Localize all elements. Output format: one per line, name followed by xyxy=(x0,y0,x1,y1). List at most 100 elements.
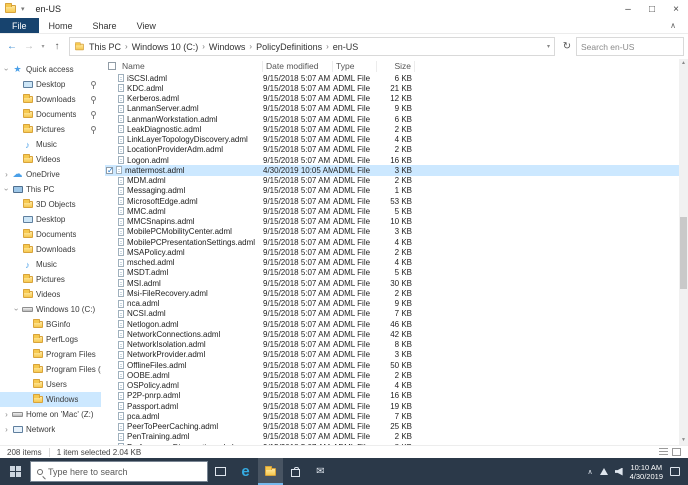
sidebar-item-pictures[interactable]: Pictures xyxy=(0,272,101,287)
up-button[interactable]: ↑ xyxy=(49,41,65,52)
sidebar-item-3d-objects[interactable]: 3D Objects xyxy=(0,197,101,212)
quick-access-toolbar-chevron-icon[interactable]: ▾ xyxy=(21,5,25,13)
file-row[interactable]: nca.adml 9/15/2018 5:07 AM ADML File 9 KB xyxy=(105,299,679,309)
file-row[interactable]: Kerberos.adml 9/15/2018 5:07 AM ADML File 1… xyxy=(105,94,679,104)
file-row[interactable]: NetworkProvider.adml 9/15/2018 5:07 AM ADM… xyxy=(105,350,679,360)
file-row[interactable]: LocationProviderAdm.adml 9/15/2018 5:07 A… xyxy=(105,145,679,155)
network-icon[interactable] xyxy=(599,468,608,475)
breadcrumb-item-windows[interactable]: Windows xyxy=(207,42,248,52)
file-row[interactable]: OOBE.adml 9/15/2018 5:07 AM ADML File 2 KB xyxy=(105,370,679,380)
volume-icon[interactable] xyxy=(614,467,623,476)
forward-button[interactable]: → xyxy=(21,41,37,52)
details-view-button[interactable] xyxy=(659,448,668,456)
sidebar-item-videos[interactable]: Videos xyxy=(0,287,101,302)
refresh-button[interactable]: ↻ xyxy=(559,41,575,52)
chevron-collapsed-icon[interactable]: › xyxy=(2,170,11,179)
breadcrumb-item-policydefinitions[interactable]: PolicyDefinitions xyxy=(254,42,324,52)
chevron-collapsed-icon[interactable]: › xyxy=(2,425,11,434)
file-row[interactable]: PeerToPeerCaching.adml 9/15/2018 5:07 AM A… xyxy=(105,422,679,432)
sidebar-item-music[interactable]: ♪ Music xyxy=(0,137,101,152)
sidebar-item-documents[interactable]: Documents xyxy=(0,227,101,242)
sidebar-item-pictures[interactable]: Pictures xyxy=(0,122,101,137)
sidebar-item-windows[interactable]: Windows xyxy=(0,392,101,407)
file-row[interactable]: Passport.adml 9/15/2018 5:07 AM ADML File 1… xyxy=(105,401,679,411)
vertical-scrollbar[interactable]: ▲ ▼ xyxy=(679,59,688,445)
file-row[interactable]: MobilePCMobilityCenter.adml 9/15/2018 5:0… xyxy=(105,227,679,237)
sidebar-item-desktop[interactable]: Desktop xyxy=(0,77,101,92)
file-row[interactable]: LinkLayerTopologyDiscovery.adml 9/15/2018… xyxy=(105,135,679,145)
file-row[interactable]: LanmanWorkstation.adml 9/15/2018 5:07 AM A… xyxy=(105,114,679,124)
sidebar-item-home-on-mac-z[interactable]: › Home on 'Mac' (Z:) xyxy=(0,407,101,422)
sidebar-item-downloads[interactable]: Downloads xyxy=(0,242,101,257)
chevron-expanded-icon[interactable]: › xyxy=(12,305,21,314)
sidebar-item-documents[interactable]: Documents xyxy=(0,107,101,122)
breadcrumb-item-this-pc[interactable]: This PC xyxy=(87,42,123,52)
tab-share[interactable]: Share xyxy=(83,18,127,33)
file-row[interactable]: LeakDiagnostic.adml 9/15/2018 5:07 AM ADML… xyxy=(105,124,679,134)
file-row[interactable]: pca.adml 9/15/2018 5:07 AM ADML File 7 KB xyxy=(105,411,679,421)
back-button[interactable]: ← xyxy=(4,41,20,52)
file-row[interactable]: Messaging.adml 9/15/2018 5:07 AM ADML File… xyxy=(105,186,679,196)
tab-file[interactable]: File xyxy=(0,18,39,33)
file-row[interactable]: PerformanceDiagnostics.adml 9/15/2018 5:0… xyxy=(105,442,679,445)
sidebar-item-network[interactable]: › Network xyxy=(0,422,101,437)
address-dropdown-icon[interactable]: ▾ xyxy=(547,43,550,50)
chevron-expanded-icon[interactable]: › xyxy=(2,185,11,194)
sidebar-item-bginfo[interactable]: BGinfo xyxy=(0,317,101,332)
file-row[interactable]: Netlogon.adml 9/15/2018 5:07 AM ADML File 4… xyxy=(105,319,679,329)
scroll-up-icon[interactable]: ▲ xyxy=(679,59,688,68)
file-row[interactable]: MMC.adml 9/15/2018 5:07 AM ADML File 5 KB xyxy=(105,206,679,216)
file-row[interactable]: mattermost.adml 4/30/2019 10:05 AMADML Fi… xyxy=(105,165,679,176)
action-center-button[interactable] xyxy=(670,467,680,476)
file-row[interactable]: MSAPolicy.adml 9/15/2018 5:07 AM ADML File… xyxy=(105,247,679,257)
file-row[interactable]: MDM.adml 9/15/2018 5:07 AM ADML File 2 KB xyxy=(105,176,679,186)
thumbnails-view-button[interactable] xyxy=(672,448,681,456)
file-row[interactable]: MMCSnapins.adml 9/15/2018 5:07 AM ADML Fil… xyxy=(105,217,679,227)
maximize-button[interactable]: □ xyxy=(640,0,664,18)
file-row[interactable]: MSDT.adml 9/15/2018 5:07 AM ADML File 5 KB xyxy=(105,268,679,278)
chevron-expanded-icon[interactable]: › xyxy=(2,65,11,74)
file-row[interactable]: NCSI.adml 9/15/2018 5:07 AM ADML File 7 KB xyxy=(105,309,679,319)
breadcrumb-item-en-us[interactable]: en-US xyxy=(331,42,361,52)
breadcrumb-item-windows-10-c[interactable]: Windows 10 (C:) xyxy=(130,42,201,52)
mail-button[interactable]: ✉ xyxy=(308,458,333,485)
minimize-button[interactable]: – xyxy=(616,0,640,18)
column-header-name[interactable]: Name xyxy=(105,60,263,72)
file-row[interactable]: OfflineFiles.adml 9/15/2018 5:07 AM ADML F… xyxy=(105,360,679,370)
scroll-down-icon[interactable]: ▼ xyxy=(679,436,688,445)
sidebar-item-music[interactable]: ♪ Music xyxy=(0,257,101,272)
file-row[interactable]: Msi-FileRecovery.adml 9/15/2018 5:07 AM AD… xyxy=(105,288,679,298)
sidebar-item-perflogs[interactable]: PerfLogs xyxy=(0,332,101,347)
file-row[interactable]: MicrosoftEdge.adml 9/15/2018 5:07 AM ADML … xyxy=(105,196,679,206)
start-button[interactable] xyxy=(0,458,30,485)
column-header-size[interactable]: Size xyxy=(377,60,415,72)
tab-home[interactable]: Home xyxy=(39,18,83,33)
file-row[interactable]: LanmanServer.adml 9/15/2018 5:07 AM ADML F… xyxy=(105,104,679,114)
file-row[interactable]: Logon.adml 9/15/2018 5:07 AM ADML File 16 K… xyxy=(105,155,679,165)
sidebar-item-desktop[interactable]: Desktop xyxy=(0,212,101,227)
column-header-date[interactable]: Date modified xyxy=(263,60,333,72)
file-row[interactable]: iSCSI.adml 9/15/2018 5:07 AM ADML File 6 KB xyxy=(105,73,679,83)
file-row[interactable]: P2P-pnrp.adml 9/15/2018 5:07 AM ADML File 1… xyxy=(105,391,679,401)
file-row[interactable]: OSPolicy.adml 9/15/2018 5:07 AM ADML File 4… xyxy=(105,381,679,391)
file-row[interactable]: PenTraining.adml 9/15/2018 5:07 AM ADML Fi… xyxy=(105,432,679,442)
sidebar-item-this-pc[interactable]: › This PC xyxy=(0,182,101,197)
file-row[interactable]: KDC.adml 9/15/2018 5:07 AM ADML File 21 KB xyxy=(105,83,679,93)
sidebar-item-quick-access[interactable]: › ★ Quick access xyxy=(0,62,101,77)
sidebar-item-windows-10-c[interactable]: › Windows 10 (C:) xyxy=(0,302,101,317)
show-hidden-icons-button[interactable]: ∧ xyxy=(588,468,593,476)
taskbar-clock[interactable]: 10:10 AM 4/30/2019 xyxy=(630,463,663,481)
file-row[interactable]: msched.adml 9/15/2018 5:07 AM ADML File 4 K… xyxy=(105,258,679,268)
scrollbar-thumb[interactable] xyxy=(680,217,687,289)
task-view-button[interactable] xyxy=(208,458,233,485)
store-button[interactable] xyxy=(283,458,308,485)
sidebar-item-users[interactable]: Users xyxy=(0,377,101,392)
sidebar-item-program-files-x86[interactable]: Program Files (x86) xyxy=(0,362,101,377)
search-input[interactable] xyxy=(576,37,684,56)
file-row[interactable]: NetworkIsolation.adml 9/15/2018 5:07 AM AD… xyxy=(105,340,679,350)
edge-button[interactable]: e xyxy=(233,458,258,485)
chevron-collapsed-icon[interactable]: › xyxy=(2,410,11,419)
column-header-type[interactable]: Type xyxy=(333,60,377,72)
taskbar-search[interactable]: Type here to search xyxy=(30,461,208,482)
sidebar-item-program-files[interactable]: Program Files xyxy=(0,347,101,362)
